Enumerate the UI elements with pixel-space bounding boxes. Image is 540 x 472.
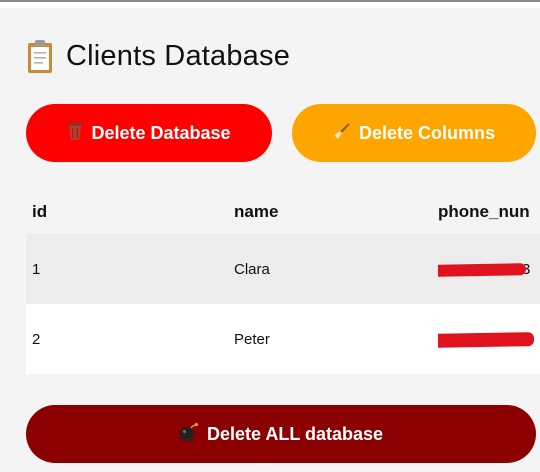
table-header-row: id name phone_nun <box>26 190 540 234</box>
wastebasket-icon <box>67 121 83 146</box>
clipboard-icon <box>26 38 54 74</box>
delete-database-button[interactable]: Delete Database <box>26 104 272 162</box>
cell-phone: 3 <box>438 234 540 304</box>
top-edge-bar <box>0 0 540 8</box>
delete-columns-label: Delete Columns <box>358 122 496 143</box>
delete-database-label: Delete Database <box>91 122 231 143</box>
redaction-mark <box>438 263 527 277</box>
cell-id: 1 <box>32 260 41 278</box>
broom-icon <box>333 122 351 145</box>
table-row[interactable]: 1 Clara 3 <box>26 234 540 304</box>
page-header: Clients Database <box>26 36 290 76</box>
column-header-id: id <box>32 202 48 221</box>
page-title: Clients Database <box>66 39 291 72</box>
delete-columns-button[interactable]: Delete Columns <box>292 104 536 162</box>
delete-all-database-label: Delete ALL database <box>206 423 384 444</box>
table-row[interactable]: 2 Peter <box>26 304 540 374</box>
cell-id: 2 <box>32 330 41 348</box>
cell-name: Clara <box>234 260 270 278</box>
bomb-icon <box>179 422 199 447</box>
column-header-phone: phone_nun <box>438 202 530 221</box>
delete-all-database-button[interactable]: Delete ALL database <box>26 405 536 463</box>
cell-phone <box>438 304 540 374</box>
clients-table: id name phone_nun 1 Clara 3 2 Peter <box>26 190 540 374</box>
redaction-mark <box>438 332 535 348</box>
cell-name: Peter <box>234 330 270 348</box>
column-header-name: name <box>234 202 279 221</box>
